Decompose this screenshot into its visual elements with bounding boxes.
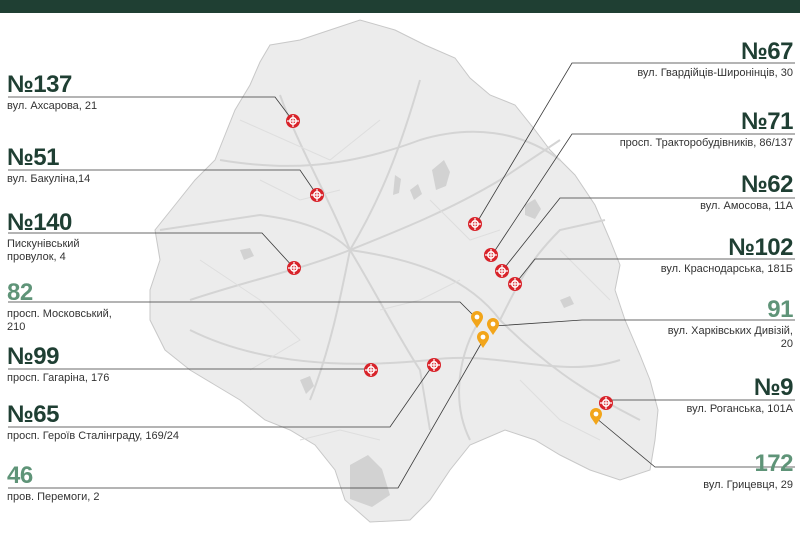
location-number: №102 bbox=[728, 234, 793, 261]
label-71: №71 просп. Тракторобудівників, 86/137 bbox=[618, 108, 794, 150]
red-marker-65[interactable] bbox=[426, 357, 442, 373]
location-number: №71 bbox=[741, 108, 793, 135]
location-address: Пискунівський провулок, 4 bbox=[7, 238, 80, 263]
label-140: №140 Пискунівський провулок, 4 bbox=[7, 211, 117, 264]
red-marker-71[interactable] bbox=[483, 247, 499, 263]
location-number: №137 bbox=[7, 71, 72, 98]
label-172: 172 вул. Грицевця, 29 bbox=[703, 452, 793, 492]
label-99: №99 просп. Гагаріна, 176 bbox=[7, 345, 109, 385]
location-address: вул. Гвардійців-Широнінців, 30 bbox=[637, 67, 793, 79]
label-102: №102 вул. Краснодарська, 181Б bbox=[660, 234, 794, 276]
location-address: вул. Амосова, 11А bbox=[700, 200, 793, 212]
location-address: просп. Московський, 210 bbox=[7, 308, 112, 333]
red-marker-51[interactable] bbox=[309, 187, 325, 203]
location-number: 82 bbox=[7, 279, 33, 306]
location-address: вул. Харківських Дивізій, 20 bbox=[667, 325, 793, 350]
location-number: №67 bbox=[741, 38, 793, 65]
label-67: №67 вул. Гвардійців-Широнінців, 30 bbox=[637, 40, 793, 80]
red-marker-99[interactable] bbox=[363, 362, 379, 378]
location-address: вул. Грицевця, 29 bbox=[703, 479, 793, 491]
red-marker-67[interactable] bbox=[467, 216, 483, 232]
red-marker-140[interactable] bbox=[286, 260, 302, 276]
location-address: просп. Гагаріна, 176 bbox=[7, 372, 110, 384]
location-number: №99 bbox=[7, 343, 59, 370]
location-number: 172 bbox=[754, 450, 793, 477]
label-62: №62 вул. Амосова, 11А bbox=[700, 173, 793, 213]
location-number: №65 bbox=[7, 401, 59, 428]
location-number: 91 bbox=[767, 296, 793, 323]
location-number: №62 bbox=[741, 171, 793, 198]
location-number: 46 bbox=[7, 462, 33, 489]
red-marker-102[interactable] bbox=[507, 276, 523, 292]
location-number: №9 bbox=[753, 374, 794, 401]
label-82: 82 просп. Московський, 210 bbox=[7, 281, 132, 334]
red-marker-137[interactable] bbox=[285, 113, 301, 129]
label-65: №65 просп. Героїв Сталінграду, 169/24 bbox=[7, 403, 179, 443]
location-address: просп. Героїв Сталінграду, 169/24 bbox=[7, 430, 180, 442]
location-address: вул. Роганська, 101А bbox=[686, 403, 793, 415]
location-number: №140 bbox=[7, 209, 72, 236]
label-137: №137 вул. Ахсарова, 21 bbox=[7, 73, 97, 113]
yellow-pin-46[interactable] bbox=[476, 331, 490, 349]
location-number: №51 bbox=[7, 144, 59, 171]
yellow-pin-82[interactable] bbox=[470, 311, 484, 329]
location-address: вул. Ахсарова, 21 bbox=[7, 100, 98, 112]
location-address: просп. Тракторобудівників, 86/137 bbox=[619, 137, 793, 149]
label-91: 91 вул. Харківських Дивізій, 20 bbox=[653, 296, 794, 351]
label-9: №9 вул. Роганська, 101А bbox=[686, 376, 793, 416]
location-address: вул. Бакуліна,14 bbox=[7, 173, 91, 185]
yellow-pin-172[interactable] bbox=[589, 408, 603, 426]
label-46: 46 пров. Перемоги, 2 bbox=[7, 464, 99, 504]
location-address: пров. Перемоги, 2 bbox=[7, 491, 100, 503]
label-51: №51 вул. Бакуліна,14 bbox=[7, 146, 90, 186]
city-boundary bbox=[149, 19, 659, 523]
location-address: вул. Краснодарська, 181Б bbox=[660, 263, 793, 275]
